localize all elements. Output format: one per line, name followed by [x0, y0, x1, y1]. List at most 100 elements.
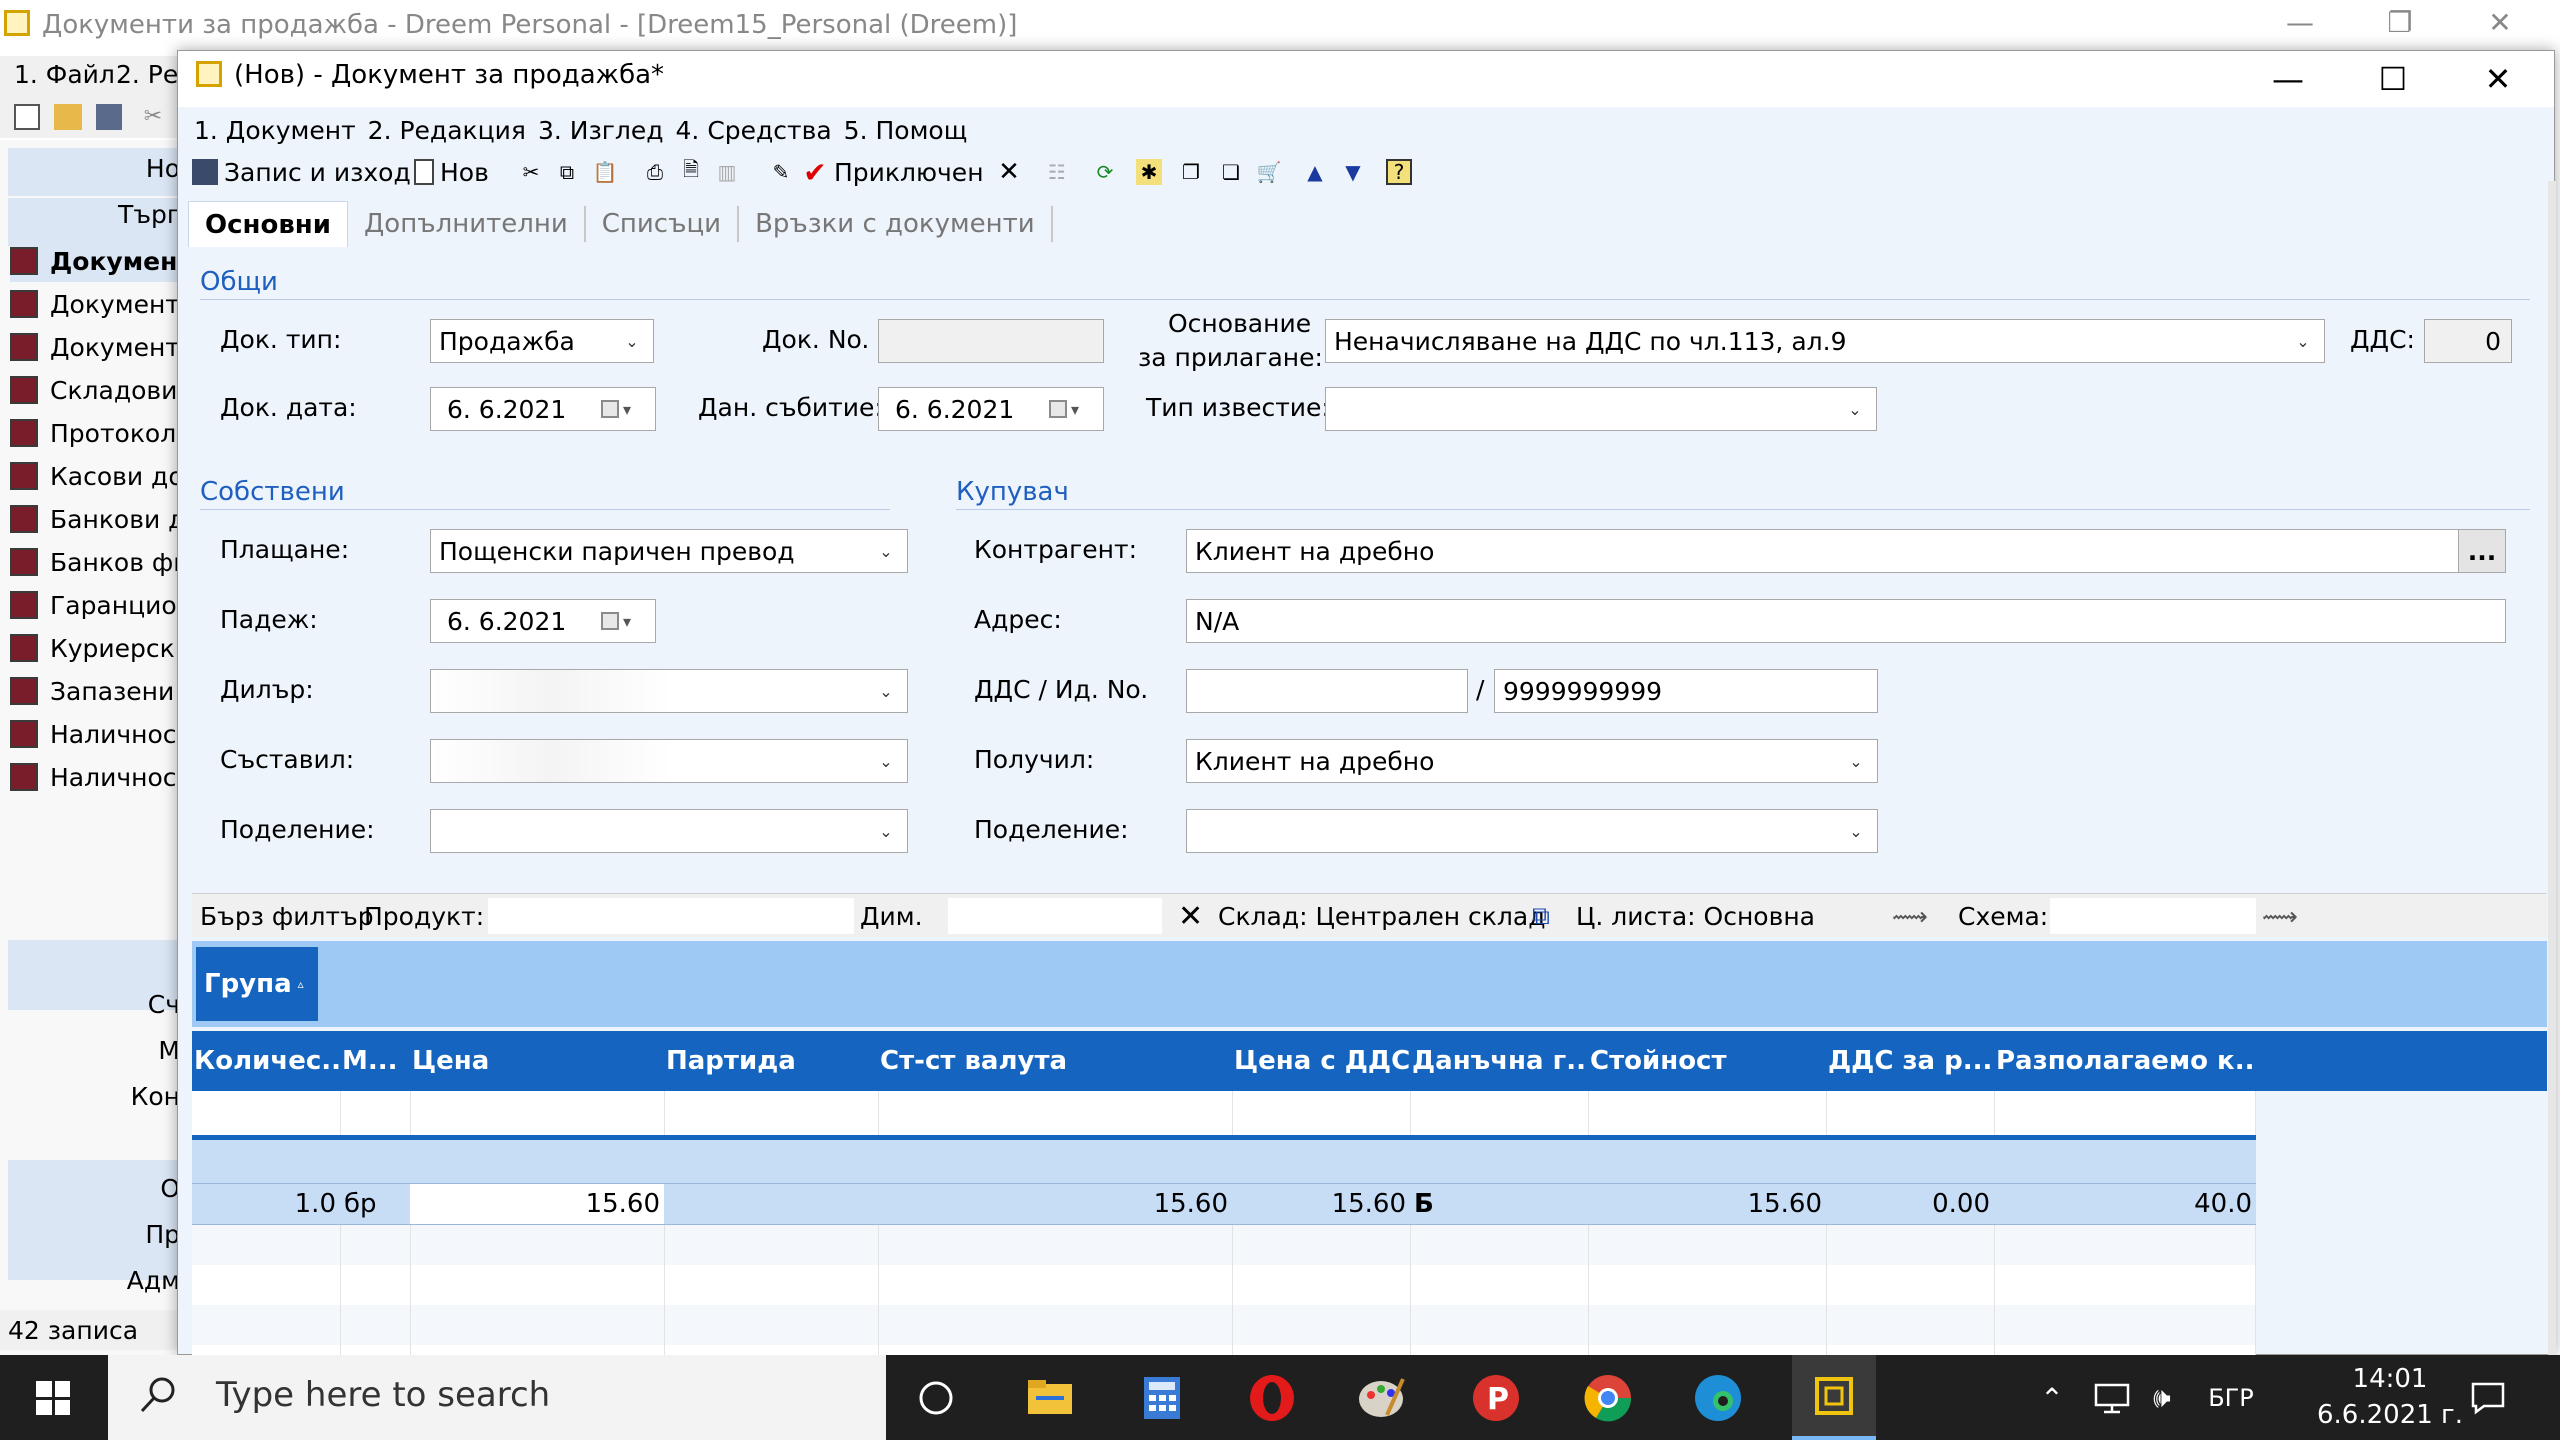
product-filter-input[interactable] [488, 898, 854, 934]
price-list-run-icon[interactable]: ⟿ [1892, 894, 1928, 938]
column-header-vat-amount[interactable]: ДДС за р... [1826, 1031, 1994, 1091]
menu-document[interactable]: 1. Документ [194, 116, 356, 145]
calendar-icon[interactable]: ▾ [601, 608, 645, 634]
paste-icon[interactable]: 📋 [592, 159, 618, 185]
bg-sidebar-item[interactable]: Докумен [10, 240, 180, 282]
vat-field[interactable]: 0 [2424, 319, 2512, 363]
close-icon[interactable]: ✕ [2463, 55, 2533, 103]
arrow-down-icon[interactable]: ▼ [1340, 159, 1366, 185]
column-header-batch[interactable]: Партида [664, 1031, 860, 1091]
clock[interactable]: 14:01 6.6.2021 г. [2300, 1361, 2480, 1433]
cell-tax-group[interactable]: Б [1410, 1184, 1588, 1224]
partner-field[interactable]: Клиент на дребно [1186, 529, 2466, 573]
list-icon[interactable]: ☷ [1044, 159, 1070, 185]
calendar-icon[interactable]: ▾ [1049, 396, 1093, 422]
bg-sidebar-item[interactable]: Документ [10, 283, 180, 325]
bg-sidebar-item[interactable]: Куриерск [10, 627, 180, 669]
scheme-input[interactable] [2050, 898, 2256, 934]
calculator-icon[interactable] [1130, 1367, 1194, 1429]
composed-by-select[interactable]: ⌄ [430, 739, 908, 783]
column-header-price-vat[interactable]: Цена с ДДС [1232, 1031, 1410, 1091]
minimize-icon[interactable]: — [2270, 6, 2330, 39]
star-icon[interactable]: ✱ [1136, 159, 1162, 185]
cell-price[interactable]: 15.60 [410, 1184, 664, 1224]
menu-view[interactable]: 3. Изглед [538, 116, 664, 145]
basis-select[interactable]: Неначисляване на ДДС по чл.113, ал.9 ⌄ [1325, 319, 2325, 363]
notice-type-select[interactable]: ⌄ [1325, 387, 1877, 431]
psiphon-icon[interactable]: P [1464, 1367, 1528, 1429]
cell-unit[interactable]: бр [340, 1184, 410, 1224]
bg-menu-edit[interactable]: 2. Ре [116, 60, 178, 89]
new-file-icon[interactable] [14, 104, 40, 130]
due-date-picker[interactable]: 6. 6.2021 ▾ [430, 599, 656, 643]
id-number-field[interactable]: 9999999999 [1494, 669, 1878, 713]
opera-browser-icon[interactable] [1240, 1367, 1304, 1429]
table-row[interactable]: 1.0 бр 15.60 15.60 15.60 Б 15.60 0.00 40… [192, 1183, 2256, 1225]
cancel-icon[interactable]: ✕ [996, 157, 1022, 187]
bg-sidebar-item[interactable]: Касови до [10, 455, 180, 497]
duplicate-icon[interactable]: ❐ [1178, 159, 1204, 185]
dim-filter-input[interactable] [948, 898, 1162, 934]
clear-filter-icon[interactable]: ✕ [1178, 894, 1203, 938]
copy-icon[interactable]: ⧉ [554, 159, 580, 185]
tab-additional[interactable]: Допълнителни [348, 206, 586, 242]
received-by-select[interactable]: Клиент на дребно ⌄ [1186, 739, 1878, 783]
tab-main[interactable]: Основни [188, 201, 348, 247]
bg-sidebar-item[interactable]: Протокол [10, 412, 180, 454]
menu-tools[interactable]: 4. Средства [676, 116, 832, 145]
bg-sidebar-item[interactable]: Запазени [10, 670, 180, 712]
print-icon[interactable]: ⎙ [642, 159, 668, 185]
maximize-icon[interactable]: ☐ [2358, 55, 2428, 103]
volume-icon[interactable]: 🕪 [2130, 1367, 2194, 1429]
cell-price-vat[interactable]: 15.60 [1232, 1184, 1410, 1224]
dreem-app-icon[interactable] [1792, 1355, 1876, 1440]
close-icon[interactable]: ✕ [2470, 6, 2530, 39]
own-division-select[interactable]: ⌄ [430, 809, 908, 853]
paint-icon[interactable] [1350, 1367, 1414, 1429]
vat-number-field[interactable] [1186, 669, 1468, 713]
restore-icon[interactable]: ❐ [2370, 6, 2430, 39]
bg-sidebar-item[interactable]: Наличнос [10, 713, 180, 755]
column-header-qty[interactable]: Количес... [192, 1031, 340, 1091]
column-header-unit[interactable]: М... [340, 1031, 410, 1091]
cut-icon[interactable]: ✂ [518, 159, 544, 185]
scheme-run-icon[interactable]: ⟿ [2262, 894, 2298, 938]
payment-select[interactable]: Пощенски паричен превод ⌄ [430, 529, 908, 573]
doc-type-select[interactable]: Продажба ⌄ [430, 319, 654, 363]
tab-document-links[interactable]: Връзки с документи [739, 206, 1053, 242]
chrome-icon[interactable] [1576, 1367, 1640, 1429]
group-row[interactable] [192, 1135, 2256, 1183]
calendar-icon[interactable]: ▾ [601, 396, 645, 422]
bg-sidebar-item[interactable]: Гаранцио [10, 584, 180, 626]
cell-value[interactable]: 15.60 [1588, 1184, 1826, 1224]
menu-help[interactable]: 5. Помощ [844, 116, 968, 145]
dealer-select[interactable]: ⌄ [430, 669, 908, 713]
doc-date-picker[interactable]: 6. 6.2021 ▾ [430, 387, 656, 431]
cell-qty[interactable]: 1.0 [192, 1184, 340, 1224]
column-header-tax-group[interactable]: Данъчна г... [1410, 1031, 1588, 1091]
cut-icon[interactable]: ✂ [140, 102, 166, 130]
column-header-price[interactable]: Цена [410, 1031, 660, 1091]
bg-sidebar-item[interactable]: Наличнос [10, 756, 180, 798]
partner-browse-button[interactable]: ... [2458, 529, 2506, 573]
pages-icon[interactable]: ❏ [1218, 159, 1244, 185]
cart-icon[interactable]: 🛒 [1256, 159, 1282, 185]
bg-sidebar-item[interactable]: Документ [10, 326, 180, 368]
notifications-icon[interactable] [2456, 1367, 2520, 1429]
column-header-available[interactable]: Разполагаемо к... [1994, 1031, 2256, 1091]
doc-no-field[interactable] [878, 319, 1104, 363]
taskbar-search-box[interactable]: Type here to search [108, 1355, 886, 1440]
group-column-button[interactable]: Група ▵ [196, 947, 318, 1021]
buyer-division-select[interactable]: ⌄ [1186, 809, 1878, 853]
task-view-icon[interactable] [904, 1367, 968, 1429]
save-exit-button[interactable]: Запис и изход [192, 155, 411, 189]
bg-sidebar-item[interactable]: Складови [10, 369, 180, 411]
chevron-up-icon[interactable]: ⌃ [2020, 1367, 2084, 1429]
save-icon[interactable] [96, 104, 122, 130]
column-header-cost-currency[interactable]: Ст-ст валута [878, 1031, 1178, 1091]
price-list-selector[interactable]: Ц. листа: Основна [1576, 894, 1815, 938]
open-folder-icon[interactable] [54, 104, 82, 130]
edge-browser-icon[interactable] [1686, 1367, 1750, 1429]
help-icon[interactable]: ? [1386, 159, 1412, 185]
bg-menu-file[interactable]: 1. Файл [14, 60, 115, 89]
